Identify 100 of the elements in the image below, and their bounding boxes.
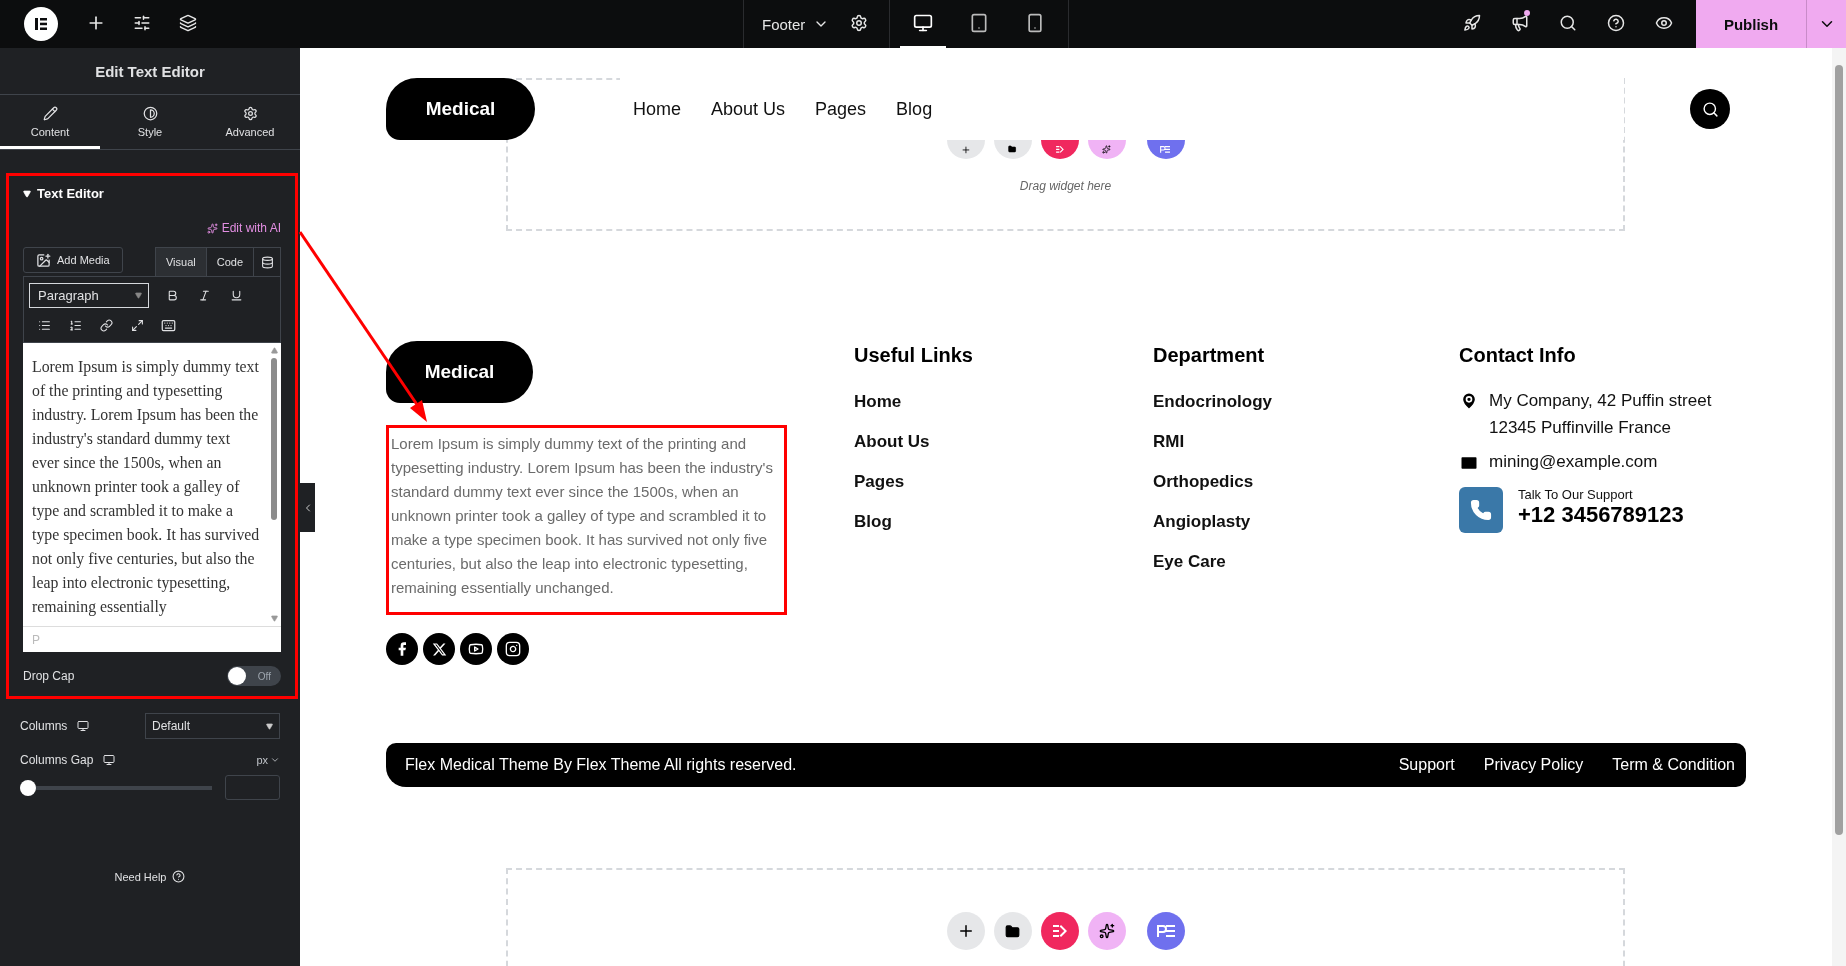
drop-hint: Drag widget here — [1019, 179, 1112, 193]
scroll-down-icon — [270, 615, 278, 622]
footer-link[interactable]: Endocrinology — [1153, 390, 1459, 413]
kit-logo-icon — [1054, 145, 1065, 154]
keyboard-icon — [160, 317, 176, 333]
about-text: Lorem Ipsum is simply dummy text of the printing and typesetting industry. Lorem Ipsum has been the industry's standard dummy text ever since the 1500s, when an unknown printer took a galley of type and scrambled it to make a type specimen book. It has survived not only five centuries, but also the leap into electronic typesetting, remaining essentially unchanged. — [386, 425, 787, 615]
instagram-icon — [505, 641, 521, 657]
library-button[interactable] — [1146, 140, 1185, 159]
panel-tab[interactable]: Advanced — [200, 95, 300, 149]
editor-mode-tab[interactable]: Visual — [155, 248, 207, 276]
need-help-link[interactable]: Need Help — [114, 870, 186, 883]
help-icon — [172, 870, 186, 883]
footer-link[interactable]: RMI — [1153, 430, 1459, 453]
kit-button[interactable] — [1040, 912, 1079, 950]
footer-link[interactable]: Orthopedics — [1153, 470, 1459, 493]
footer-logo[interactable]: Medical — [386, 341, 533, 403]
numbered-list-icon — [68, 318, 82, 332]
ai-button[interactable] — [1087, 140, 1126, 159]
kit-logo-icon — [1050, 923, 1069, 939]
legal-link[interactable]: Support — [1398, 756, 1455, 774]
edit-with-ai-link[interactable]: Edit with AI — [206, 221, 281, 235]
settings-icon — [850, 14, 869, 32]
desktop-icon — [77, 720, 90, 732]
unit-select[interactable]: px — [256, 754, 280, 766]
footer-link[interactable]: Eye Care — [1153, 550, 1459, 573]
library-button[interactable] — [1146, 912, 1185, 950]
legal-link[interactable]: Term & Condition — [1612, 756, 1735, 774]
layers-icon — [179, 14, 197, 32]
instagram-link[interactable] — [497, 633, 529, 665]
gap-input[interactable] — [225, 775, 280, 800]
scrollbar-thumb[interactable] — [1835, 65, 1843, 835]
chevron-down-icon — [270, 755, 280, 765]
notification-dot — [1524, 10, 1530, 16]
document-dropdown[interactable]: Footer — [762, 15, 830, 33]
phone-number: +12 3456789123 — [1518, 502, 1684, 528]
app-logo[interactable] — [24, 7, 58, 41]
columns-select[interactable]: Default — [145, 713, 280, 739]
panel-tab[interactable]: Content — [0, 95, 100, 149]
bullet-list-icon — [37, 318, 51, 332]
folder-button[interactable] — [993, 912, 1032, 950]
footer-link[interactable]: Home — [854, 390, 1153, 413]
expand-icon — [130, 318, 144, 332]
folder-button[interactable] — [993, 140, 1032, 159]
publish-button[interactable]: Publish — [1696, 0, 1806, 48]
footer-link[interactable]: Angioplasty — [1153, 510, 1459, 533]
drop-cap-toggle[interactable]: Off — [227, 666, 281, 686]
panel-tab[interactable]: Style — [100, 95, 200, 149]
format-select[interactable]: Paragraph — [29, 283, 149, 308]
column-title: Useful Links — [854, 343, 974, 368]
sparkles-icon — [1098, 923, 1115, 939]
caret-icon — [266, 722, 273, 730]
x-link[interactable] — [423, 633, 455, 665]
add-button[interactable] — [946, 912, 985, 950]
address-text: My Company, 42 Puffin street 12345 Puffinville France — [1489, 390, 1713, 439]
settings-icon — [242, 105, 258, 121]
drop-cap-label: Drop Cap — [23, 669, 75, 683]
sparkles-icon — [206, 222, 218, 234]
footer-link[interactable]: About Us — [854, 430, 1153, 453]
image-icon — [36, 252, 51, 268]
phone-icon — [1459, 487, 1503, 533]
database-icon — [260, 255, 274, 269]
library-logo-icon — [1159, 145, 1172, 154]
youtube-icon — [468, 641, 484, 657]
sparkles-icon — [1102, 145, 1111, 154]
search-icon — [1559, 14, 1577, 32]
search-icon — [1701, 100, 1719, 118]
desktop-icon — [913, 13, 934, 33]
nav-link[interactable]: Pages — [815, 98, 867, 120]
footer-link[interactable]: Blog — [854, 510, 1153, 533]
columns-label: Columns — [20, 719, 90, 733]
slider-thumb[interactable] — [20, 779, 36, 796]
columns-gap-label: Columns Gap — [20, 753, 116, 767]
copyright-text: Flex Medical Theme By Flex Theme All rights reserved. — [405, 756, 797, 774]
nav-link[interactable]: About Us — [711, 98, 786, 120]
nav-link[interactable]: Blog — [896, 98, 933, 120]
x-icon — [431, 641, 447, 657]
underline-icon — [229, 289, 243, 302]
legal-link[interactable]: Privacy Policy — [1483, 756, 1584, 774]
kit-button[interactable] — [1040, 140, 1079, 159]
rocket-icon — [1463, 14, 1481, 32]
sliders-icon — [133, 14, 151, 32]
facebook-link[interactable] — [386, 633, 418, 665]
caret-icon — [135, 292, 142, 299]
search-button[interactable] — [1690, 89, 1730, 129]
plus-icon — [960, 144, 971, 155]
link-icon — [99, 318, 113, 332]
eye-icon — [1655, 14, 1673, 32]
help-icon — [1607, 14, 1625, 32]
ai-button[interactable] — [1087, 912, 1126, 950]
add-media-button[interactable]: Add Media — [23, 247, 123, 273]
site-logo[interactable]: Medical — [386, 78, 535, 140]
footer-link[interactable]: Pages — [854, 470, 1153, 493]
megaphone-icon — [1511, 14, 1529, 32]
column-title: Department — [1153, 343, 1266, 368]
text-editor-field[interactable]: Lorem Ipsum is simply dummy text of the printing and typesetting industry. Lorem Ipsum has been the industry's standard dummy text ever since the 1500s, when an unknown printer took a galley of type and scrambled it to make a type specimen book. It has survived not only five centuries, but also the leap into electronic typesetting, remaining essentially P — [23, 343, 281, 652]
section-header[interactable]: Text Editor — [23, 186, 281, 201]
italic-icon — [197, 289, 211, 302]
nav-link[interactable]: Home — [633, 98, 681, 120]
element-path: P — [31, 632, 41, 649]
youtube-link[interactable] — [460, 633, 492, 665]
